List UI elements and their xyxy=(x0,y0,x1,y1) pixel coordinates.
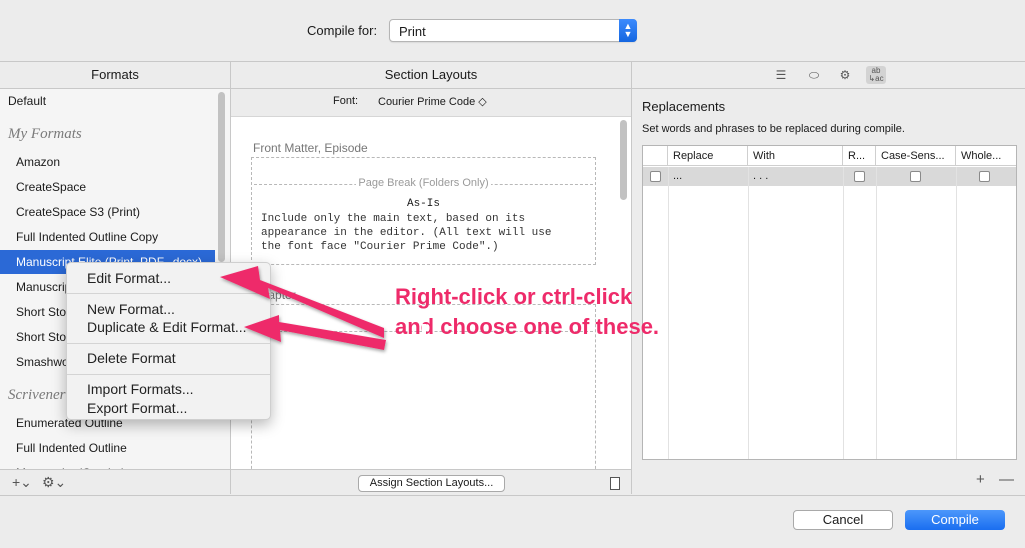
annotation-text: Right-click or ctrl-click and choose one… xyxy=(395,284,660,339)
arrow-to-duplicate-format xyxy=(244,315,386,350)
annotation-arrows xyxy=(220,266,386,350)
